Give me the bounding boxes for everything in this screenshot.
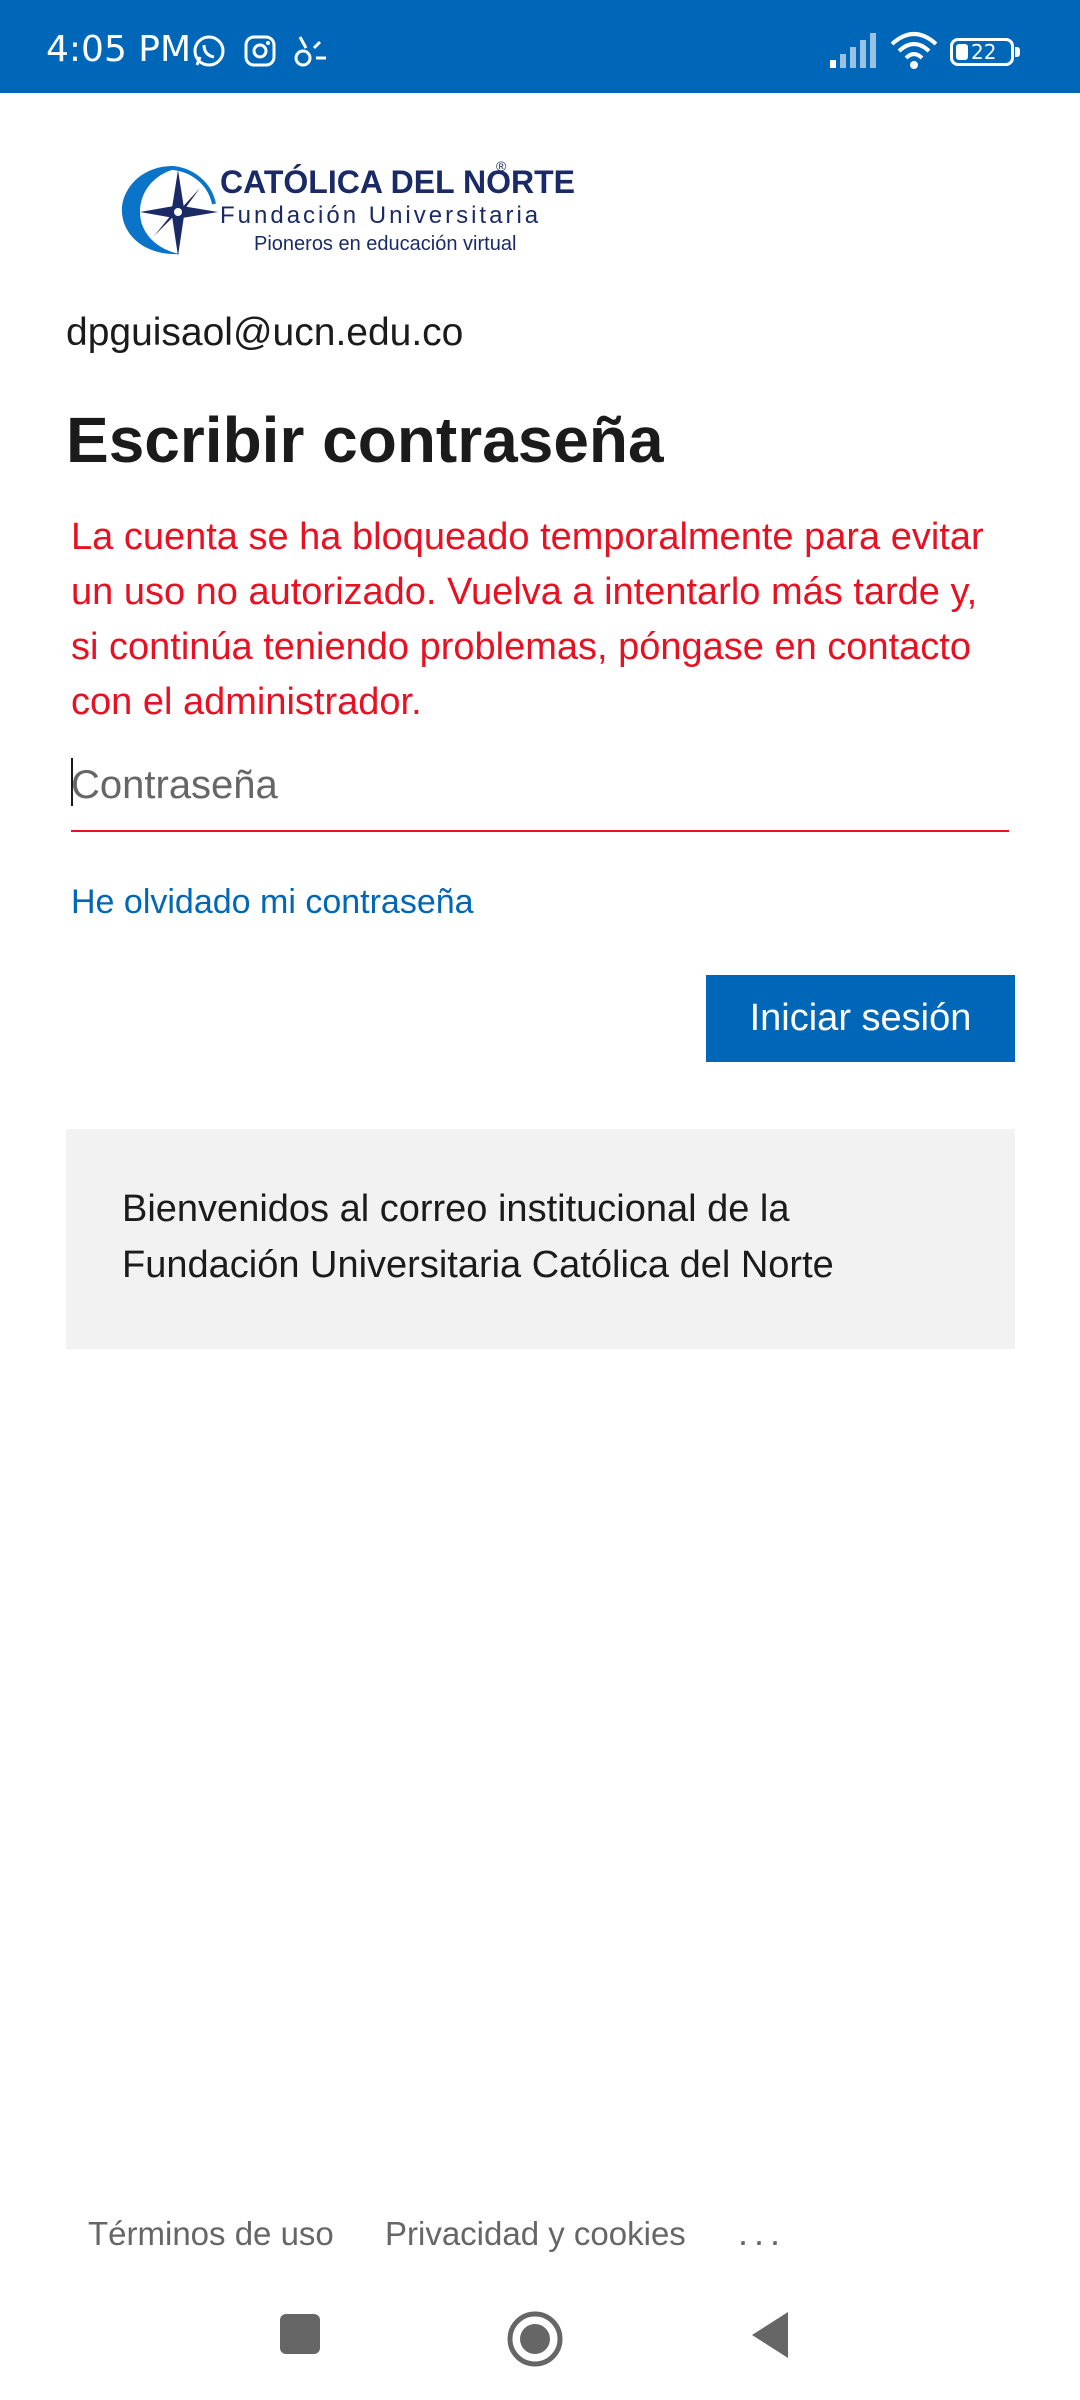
terms-link[interactable]: Términos de uso bbox=[88, 2212, 334, 2256]
text-caret bbox=[71, 758, 73, 806]
account-email: dpguisaol@ucn.edu.co bbox=[66, 311, 464, 354]
logo-tagline: Pioneros en educación virtual bbox=[254, 233, 517, 255]
back-button[interactable] bbox=[748, 2310, 792, 2360]
status-bar: 4:05 PM 22 bbox=[0, 0, 1080, 93]
sign-in-button[interactable]: Iniciar sesión bbox=[706, 975, 1015, 1062]
page-title: Escribir contraseña bbox=[66, 404, 664, 476]
password-input[interactable] bbox=[71, 740, 1009, 832]
battery-icon: 22 bbox=[950, 38, 1020, 66]
status-time: 4:05 PM bbox=[46, 29, 192, 70]
more-options-button[interactable]: ... bbox=[738, 2213, 786, 2253]
logo-brand: CATÓLICA DEL NORTE bbox=[220, 164, 575, 200]
welcome-panel: Bienvenidos al correo institucional de l… bbox=[66, 1129, 1015, 1349]
recent-apps-button[interactable] bbox=[276, 2310, 324, 2358]
instagram-icon bbox=[244, 35, 276, 67]
university-logo: CATÓLICA DEL NORTE ® Fundación Universit… bbox=[118, 158, 575, 262]
privacy-link[interactable]: Privacidad y cookies bbox=[385, 2212, 686, 2256]
logo-subtitle: Fundación Universitaria bbox=[220, 202, 542, 229]
error-message: La cuenta se ha bloqueado temporalmente … bbox=[71, 516, 984, 723]
whatsapp-icon bbox=[193, 35, 225, 67]
battery-level: 22 bbox=[971, 40, 997, 64]
welcome-text: Bienvenidos al correo institucional de l… bbox=[122, 1188, 834, 1286]
logo-registered: ® bbox=[496, 158, 507, 174]
wifi-icon bbox=[890, 32, 938, 69]
app-notification-icon bbox=[294, 36, 326, 67]
signal-icon bbox=[830, 33, 876, 68]
forgot-password-link[interactable]: He olvidado mi contraseña bbox=[71, 878, 474, 926]
compass-icon bbox=[121, 166, 218, 256]
home-button[interactable] bbox=[506, 2310, 564, 2368]
